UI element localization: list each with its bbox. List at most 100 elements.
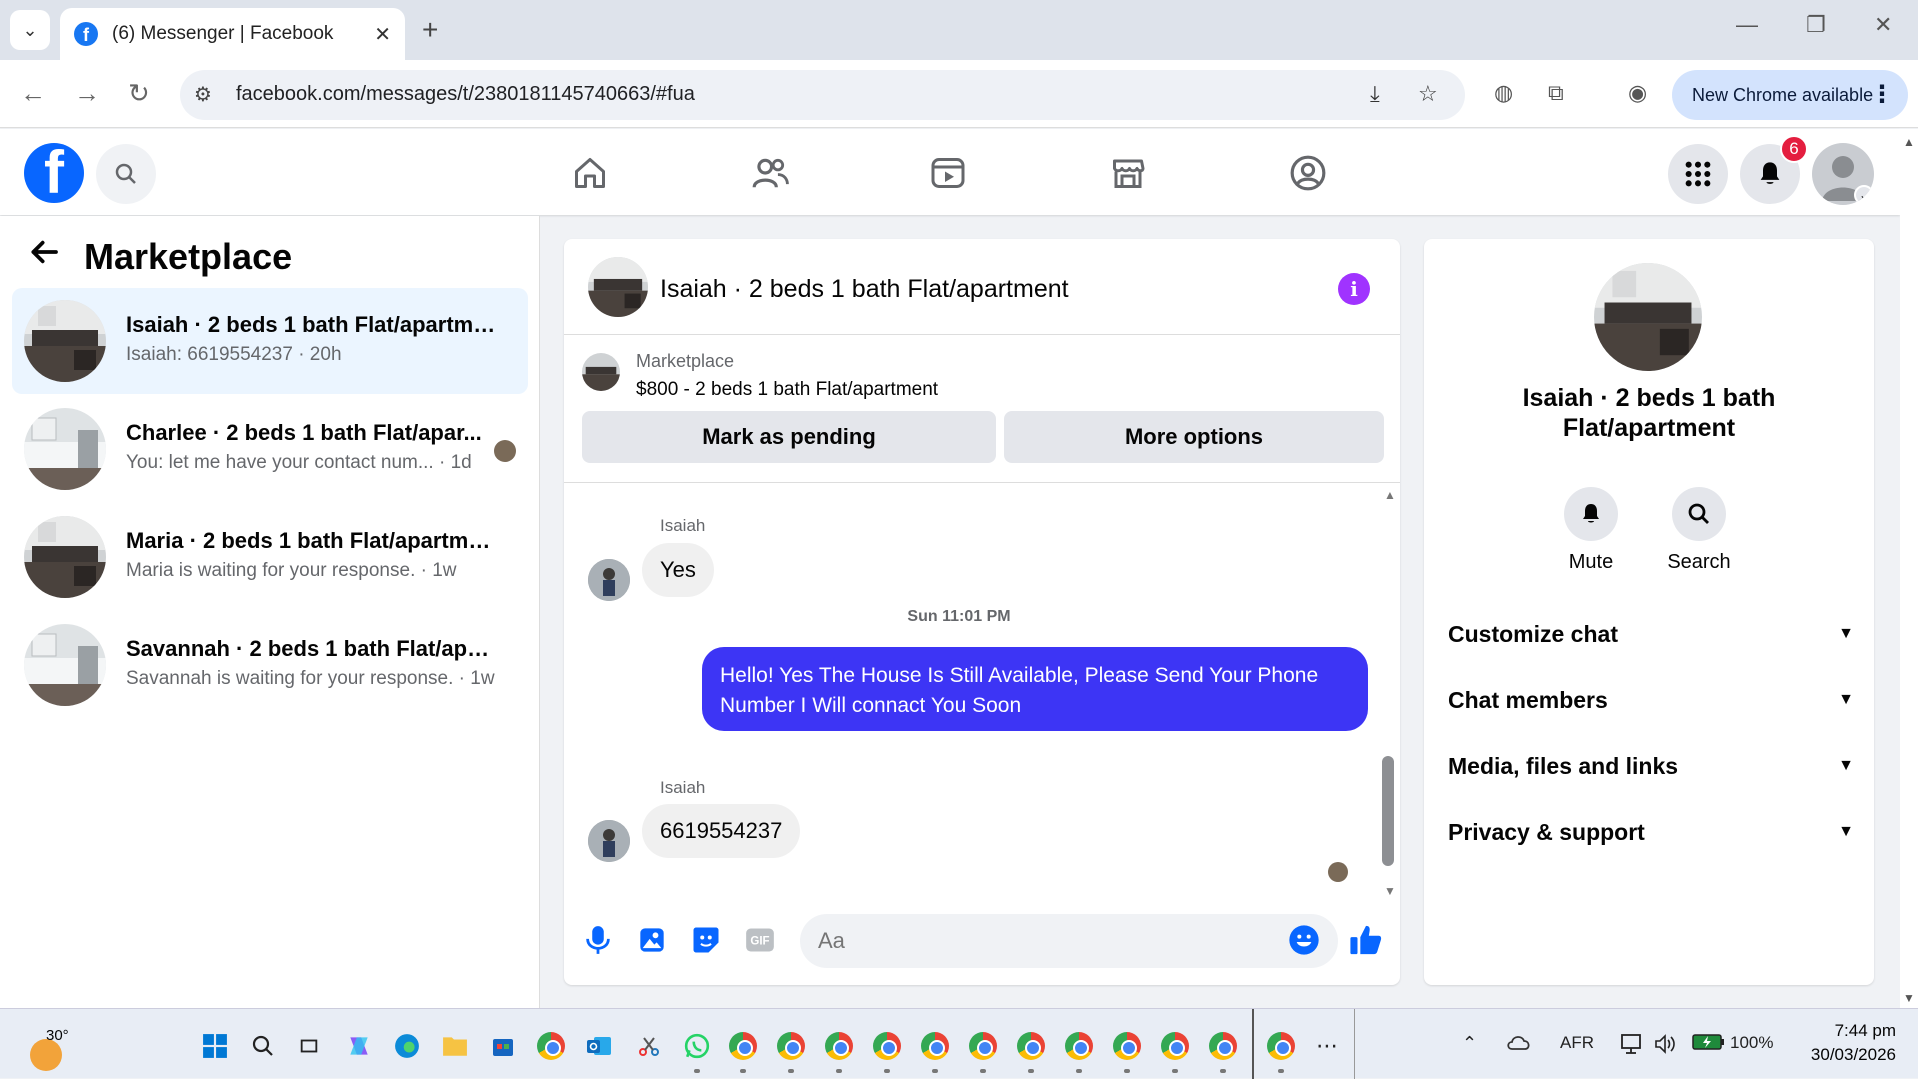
keyboard-language[interactable]: AFR bbox=[1560, 1033, 1594, 1053]
chat-title[interactable]: Isaiah · 2 beds 1 bath Flat/apartment bbox=[660, 275, 1069, 304]
forward-arrow-icon[interactable]: → bbox=[74, 78, 100, 109]
new-tab-button[interactable]: + bbox=[422, 14, 438, 46]
onedrive-cloud-icon[interactable] bbox=[1506, 1033, 1532, 1056]
sticker-icon[interactable] bbox=[688, 922, 724, 958]
whatsapp-icon[interactable] bbox=[682, 1031, 712, 1061]
chrome-app-icon[interactable] bbox=[536, 1031, 566, 1061]
info-icon[interactable]: i bbox=[1338, 273, 1370, 305]
taskbar-search-icon[interactable] bbox=[248, 1031, 278, 1061]
profile-icon[interactable]: ◉ bbox=[1628, 80, 1647, 106]
address-bar[interactable]: ⚙ facebook.com/messages/t/23801811457406… bbox=[180, 70, 1465, 120]
back-arrow-icon[interactable]: ← bbox=[20, 78, 46, 109]
outgoing-message-bubble[interactable]: Hello! Yes The House Is Still Available,… bbox=[702, 647, 1368, 731]
restore-button[interactable]: ❐ bbox=[1806, 12, 1826, 38]
media-files-links-section[interactable]: Media, files and links ▼ bbox=[1448, 741, 1854, 791]
more-options-button[interactable]: More options bbox=[1004, 411, 1384, 463]
chrome-window-6-icon[interactable] bbox=[968, 1031, 998, 1061]
outlook-icon[interactable] bbox=[584, 1031, 614, 1061]
microsoft-store-icon[interactable] bbox=[488, 1031, 518, 1061]
battery-charging-icon[interactable] bbox=[1692, 1033, 1726, 1056]
emoji-icon[interactable] bbox=[1286, 922, 1322, 958]
facebook-logo-icon[interactable]: f bbox=[24, 143, 84, 203]
mark-as-pending-button[interactable]: Mark as pending bbox=[582, 411, 996, 463]
tab-search-dropdown[interactable]: ⌄ bbox=[10, 10, 50, 50]
chrome-window-10-icon[interactable] bbox=[1160, 1031, 1190, 1061]
extensions-puzzle-icon[interactable]: ⧉ bbox=[1548, 80, 1564, 106]
privacy-support-section[interactable]: Privacy & support ▼ bbox=[1448, 807, 1854, 857]
chat-listing-thumbnail[interactable] bbox=[588, 257, 648, 317]
system-clock[interactable]: 7:44 pm 30/03/2026 bbox=[1796, 1019, 1896, 1067]
chrome-window-2-icon[interactable] bbox=[776, 1031, 806, 1061]
more-apps-ellipsis-icon[interactable]: ⋯ bbox=[1312, 1031, 1342, 1061]
reload-icon[interactable]: ↻ bbox=[128, 78, 150, 109]
chrome-window-9-icon[interactable] bbox=[1112, 1031, 1142, 1061]
install-app-icon[interactable]: ⤓ bbox=[1370, 81, 1380, 107]
new-chrome-available-button[interactable]: New Chrome available ⋮ bbox=[1672, 70, 1908, 120]
file-explorer-icon[interactable] bbox=[440, 1031, 470, 1061]
conversation-item-savannah[interactable]: Savannah · 2 beds 1 bath Flat/apar... Sa… bbox=[12, 612, 528, 718]
chat-members-section[interactable]: Chat members ▼ bbox=[1448, 675, 1854, 725]
task-view-icon[interactable] bbox=[294, 1031, 324, 1061]
edge-browser-icon[interactable] bbox=[392, 1031, 422, 1061]
gaming-icon[interactable] bbox=[1284, 149, 1332, 197]
microphone-icon[interactable] bbox=[580, 922, 616, 958]
home-icon[interactable] bbox=[566, 149, 614, 197]
copilot-icon[interactable] bbox=[344, 1031, 374, 1061]
url-text[interactable]: facebook.com/messages/t/2380181145740663… bbox=[236, 83, 695, 106]
chrome-window-5-icon[interactable] bbox=[920, 1031, 950, 1061]
site-settings-icon[interactable]: ⚙ bbox=[194, 82, 212, 107]
back-arrow-icon[interactable] bbox=[28, 236, 60, 277]
conversation-item-charlee[interactable]: Charlee · 2 beds 1 bath Flat/apar... You… bbox=[12, 396, 528, 502]
bookmark-star-icon[interactable]: ☆ bbox=[1418, 81, 1438, 107]
search-icon[interactable] bbox=[96, 144, 156, 204]
close-window-button[interactable]: ✕ bbox=[1874, 12, 1892, 38]
scroll-up-arrow-icon[interactable]: ▲ bbox=[1384, 488, 1396, 502]
scroll-down-arrow-icon[interactable]: ▼ bbox=[1384, 884, 1396, 898]
message-scroll-thumb[interactable] bbox=[1382, 756, 1394, 866]
customize-chat-section[interactable]: Customize chat ▼ bbox=[1448, 609, 1854, 659]
incoming-message-bubble[interactable]: Yes bbox=[642, 543, 714, 597]
chrome-window-8-icon[interactable] bbox=[1064, 1031, 1094, 1061]
read-receipt-avatar bbox=[1328, 862, 1348, 882]
tab-close-icon[interactable]: ✕ bbox=[374, 22, 391, 47]
snipping-tool-icon[interactable] bbox=[634, 1031, 664, 1061]
network-icon[interactable] bbox=[1620, 1033, 1646, 1060]
chrome-menu-icon[interactable]: ⋮ bbox=[1870, 80, 1894, 109]
mute-button[interactable]: Mute bbox=[1546, 487, 1636, 574]
mute-bell-icon[interactable] bbox=[1564, 487, 1618, 541]
chrome-window-4-icon[interactable] bbox=[872, 1031, 902, 1061]
menu-grid-icon[interactable] bbox=[1668, 144, 1728, 204]
page-scroll-up-icon[interactable]: ▲ bbox=[1903, 135, 1915, 149]
chrome-window-11-icon[interactable] bbox=[1208, 1031, 1238, 1061]
incoming-message-bubble[interactable]: 6619554237 bbox=[642, 804, 801, 858]
account-chevron-down-icon[interactable]: ⌄ bbox=[1854, 185, 1874, 205]
video-icon[interactable] bbox=[924, 149, 972, 197]
page-scroll-down-icon[interactable]: ▼ bbox=[1903, 991, 1915, 1005]
search-in-chat-button[interactable]: Search bbox=[1654, 487, 1744, 574]
minimize-button[interactable]: — bbox=[1736, 12, 1758, 38]
search-icon[interactable] bbox=[1672, 487, 1726, 541]
thumbs-up-like-icon[interactable] bbox=[1348, 922, 1384, 958]
message-input[interactable] bbox=[800, 914, 1338, 968]
details-listing-thumbnail[interactable] bbox=[1594, 263, 1702, 371]
account-avatar[interactable]: ⌄ bbox=[1812, 143, 1874, 205]
conversation-item-maria[interactable]: Maria · 2 beds 1 bath Flat/apartment Mar… bbox=[12, 504, 528, 610]
sender-avatar[interactable] bbox=[588, 559, 630, 601]
conversation-item-isaiah[interactable]: Isaiah · 2 beds 1 bath Flat/apartment Is… bbox=[12, 288, 528, 394]
start-windows-icon[interactable] bbox=[200, 1031, 230, 1061]
translate-globe-icon[interactable]: ◍ bbox=[1494, 80, 1513, 106]
chrome-window-1-icon[interactable] bbox=[728, 1031, 758, 1061]
page-scrollbar[interactable]: ▲ ▼ bbox=[1900, 129, 1918, 1009]
photo-gallery-icon[interactable] bbox=[634, 922, 670, 958]
browser-tab[interactable]: f (6) Messenger | Facebook ✕ bbox=[60, 8, 405, 60]
listing-price-title[interactable]: $800 - 2 beds 1 bath Flat/apartment bbox=[636, 379, 938, 401]
chrome-window-7-icon[interactable] bbox=[1016, 1031, 1046, 1061]
show-hidden-icons-chevron-up-icon[interactable]: ⌃ bbox=[1462, 1033, 1477, 1054]
chrome-active-window-icon[interactable] bbox=[1266, 1031, 1296, 1061]
gif-icon[interactable]: GIF bbox=[742, 922, 778, 958]
friends-icon[interactable] bbox=[746, 149, 794, 197]
volume-speaker-icon[interactable] bbox=[1654, 1033, 1678, 1060]
marketplace-icon[interactable] bbox=[1104, 149, 1152, 197]
sender-avatar[interactable] bbox=[588, 820, 630, 862]
chrome-window-3-icon[interactable] bbox=[824, 1031, 854, 1061]
